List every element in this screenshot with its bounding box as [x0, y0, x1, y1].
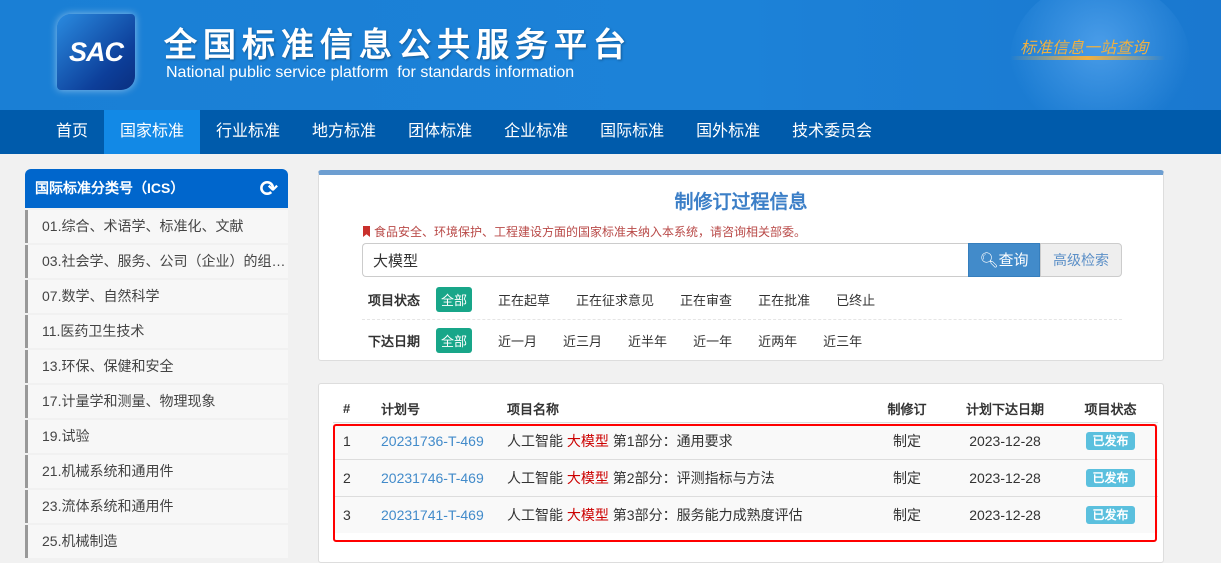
sidebar-item[interactable]: 19.试验	[25, 420, 288, 453]
filter-option[interactable]: 全部	[436, 287, 473, 312]
site-subtitle: National public service platform for sta…	[166, 64, 575, 81]
filter-option[interactable]: 正在起草	[498, 287, 550, 312]
keyword-highlight: 大模型	[566, 469, 609, 486]
plan-number-link[interactable]: 20231736-T-469	[381, 433, 484, 449]
nav-national-standards[interactable]: 国家标准	[104, 110, 201, 154]
revision-type: 制定	[867, 458, 947, 496]
sidebar-item[interactable]: 07.数学、自然科学	[25, 280, 288, 313]
issue-date: 2023-12-28	[947, 421, 1063, 459]
issue-date: 2023-12-28	[947, 495, 1063, 533]
sidebar-item[interactable]: 11.医药卫生技术	[25, 315, 288, 348]
plan-number-link[interactable]: 20231746-T-469	[381, 470, 484, 486]
filter-option[interactable]: 正在批准	[758, 287, 810, 312]
status-filter: 项目状态 全部 正在起草 正在征求意见 正在审查 正在批准 已终止	[362, 280, 1122, 320]
filter-option[interactable]: 近一年	[693, 328, 732, 353]
search-icon: 🔍︎	[979, 252, 999, 269]
filter-option[interactable]: 近三年	[823, 328, 862, 353]
nav-enterprise-standards[interactable]: 企业标准	[488, 110, 584, 154]
sidebar-item[interactable]: 17.计量学和测量、物理现象	[25, 385, 288, 418]
filter-option[interactable]: 近一月	[498, 328, 537, 353]
search-button[interactable]: 🔍︎查询	[968, 243, 1040, 277]
col-status: 项目状态	[1084, 402, 1137, 418]
name-prefix: 人工智能	[507, 506, 567, 523]
table-row[interactable]: 1 20231736-T-469 人工智能 大模型 第1部分：通用要求 制定 2…	[333, 421, 1158, 459]
nav-group-standards[interactable]: 团体标准	[392, 110, 488, 154]
sidebar-item[interactable]: 21.机械系统和通用件	[25, 455, 288, 488]
search-panel: 制修订过程信息 食品安全、环境保护、工程建设方面的国家标准未纳入本系统，请咨询相…	[318, 170, 1164, 361]
col-index: #	[343, 401, 351, 417]
name-suffix: 第3部分：服务能力成熟度评估	[608, 506, 803, 523]
issue-date: 2023-12-28	[947, 458, 1063, 496]
project-name[interactable]: 人工智能 大模型 第3部分：服务能力成熟度评估	[507, 495, 867, 533]
col-plan-number: 计划号	[381, 402, 421, 418]
notice: 食品安全、环境保护、工程建设方面的国家标准未纳入本系统，请咨询相关部委。	[363, 223, 806, 240]
notice-text: 食品安全、环境保护、工程建设方面的国家标准未纳入本系统，请咨询相关部委。	[374, 225, 807, 239]
nav-foreign-standards[interactable]: 国外标准	[680, 110, 776, 154]
nav-technical-committees[interactable]: 技术委员会	[776, 110, 888, 154]
sidebar-item[interactable]: 25.机械制造	[25, 525, 288, 558]
filter-option[interactable]: 正在征求意见	[576, 287, 654, 312]
filter-option[interactable]: 近半年	[628, 328, 667, 353]
search-input[interactable]	[362, 243, 968, 277]
filter-option[interactable]: 近两年	[758, 328, 797, 353]
status-badge: 已发布	[1086, 432, 1135, 450]
filter-option[interactable]: 全部	[436, 327, 473, 353]
filter-label: 项目状态	[368, 293, 421, 308]
refresh-icon[interactable]: ⟳	[260, 169, 278, 208]
col-type: 制修订	[887, 402, 927, 418]
sidebar-item[interactable]: 03.社会学、服务、公司（企业）的组织和管理、行政、运输	[25, 245, 288, 278]
table-row[interactable]: 3 20231741-T-469 人工智能 大模型 第3部分：服务能力成熟度评估…	[333, 495, 1158, 533]
filter-option[interactable]: 正在审查	[680, 287, 732, 312]
slogan-underline	[1010, 56, 1165, 60]
col-date: 计划下达日期	[965, 402, 1044, 418]
sidebar-item[interactable]: 13.环保、保健和安全	[25, 350, 288, 383]
project-name[interactable]: 人工智能 大模型 第1部分：通用要求	[507, 421, 867, 459]
nav-home[interactable]: 首页	[40, 110, 104, 154]
project-name[interactable]: 人工智能 大模型 第2部分：评测指标与方法	[507, 458, 867, 496]
site-title: 全国标准信息公共服务平台	[164, 26, 632, 63]
plan-number-link[interactable]: 20231741-T-469	[381, 507, 484, 523]
table-header-row: # 计划号 项目名称 制修订 计划下达日期 项目状态	[333, 396, 1158, 422]
site-header: SAC 全国标准信息公共服务平台 National public service…	[0, 0, 1221, 110]
nav-local-standards[interactable]: 地方标准	[296, 110, 392, 154]
row-index: 3	[333, 495, 367, 533]
table-row[interactable]: 2 20231746-T-469 人工智能 大模型 第2部分：评测指标与方法 制…	[333, 458, 1158, 496]
row-index: 2	[333, 458, 367, 496]
sidebar-item[interactable]: 01.综合、术语学、标准化、文献	[25, 210, 288, 243]
main-nav: 首页 国家标准 行业标准 地方标准 团体标准 企业标准 国际标准 国外标准 技术…	[0, 110, 1221, 154]
keyword-highlight: 大模型	[566, 432, 609, 449]
name-prefix: 人工智能	[507, 469, 567, 486]
bookmark-icon	[363, 226, 370, 237]
results-panel: # 计划号 项目名称 制修订 计划下达日期 项目状态 1 20231736-T-…	[318, 383, 1164, 563]
col-project-name: 项目名称	[507, 402, 560, 418]
nav-international-standards[interactable]: 国际标准	[584, 110, 680, 154]
advanced-search-button[interactable]: 高级检索	[1040, 243, 1122, 277]
search-button-label: 查询	[998, 252, 1029, 269]
nav-industry-standards[interactable]: 行业标准	[200, 110, 296, 154]
ics-sidebar: 国际标准分类号（ICS） ⟳ 01.综合、术语学、标准化、文献 03.社会学、服…	[25, 169, 288, 558]
name-prefix: 人工智能	[507, 432, 567, 449]
filter-option[interactable]: 近三月	[563, 328, 602, 353]
panel-title: 制修订过程信息	[674, 192, 808, 213]
sidebar-header: 国际标准分类号（ICS） ⟳	[25, 169, 288, 208]
search-bar: 🔍︎查询 高级检索	[362, 243, 1122, 277]
results-table: # 计划号 项目名称 制修订 计划下达日期 项目状态 1 20231736-T-…	[333, 396, 1158, 533]
filter-label: 下达日期	[368, 333, 421, 349]
keyword-highlight: 大模型	[566, 506, 609, 523]
slogan: 标准信息一站查询	[1020, 38, 1149, 57]
date-filter: 下达日期 全部 近一月 近三月 近半年 近一年 近两年 近三年	[362, 320, 1122, 360]
sac-logo[interactable]: SAC	[57, 14, 135, 90]
sidebar-title: 国际标准分类号（ICS）	[35, 180, 185, 196]
row-index: 1	[333, 421, 367, 459]
filter-option[interactable]: 已终止	[836, 287, 875, 312]
revision-type: 制定	[867, 495, 947, 533]
name-suffix: 第1部分：通用要求	[608, 432, 733, 449]
status-badge: 已发布	[1086, 469, 1135, 487]
revision-type: 制定	[867, 421, 947, 459]
status-badge: 已发布	[1086, 506, 1135, 525]
sidebar-item[interactable]: 23.流体系统和通用件	[25, 490, 288, 523]
name-suffix: 第2部分：评测指标与方法	[608, 469, 775, 486]
